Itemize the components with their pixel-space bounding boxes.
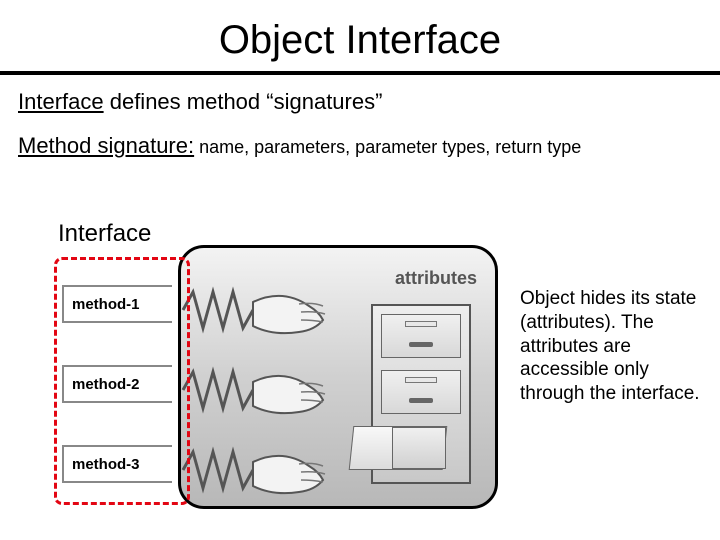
term-interface: Interface (18, 89, 104, 114)
slide-title: Object Interface (0, 0, 720, 71)
explanation-text: Object hides its state (attributes). The… (520, 287, 700, 406)
definition-text-1: defines method “signatures” (104, 89, 383, 114)
method-slot-3: method-3 (62, 445, 172, 483)
object-panel: attributes (178, 245, 498, 509)
definition-line-2: Method signature: name, parameters, para… (0, 115, 720, 159)
signature-parts: name, parameters, parameter types, retur… (194, 137, 581, 157)
interface-heading: Interface (58, 220, 151, 248)
spring-arm-1 (181, 282, 381, 338)
spring-arm-2 (181, 362, 381, 418)
method-slot-1: method-1 (62, 285, 172, 323)
method-slot-2: method-2 (62, 365, 172, 403)
term-method-signature: Method signature: (18, 133, 194, 158)
definition-line-1: Interface defines method “signatures” (0, 75, 720, 115)
filing-cabinet-icon (371, 304, 471, 484)
spring-arm-3 (181, 442, 381, 498)
attributes-label: attributes (395, 268, 477, 289)
diagram: Interface method-1 method-2 method-3 att… (18, 205, 702, 525)
